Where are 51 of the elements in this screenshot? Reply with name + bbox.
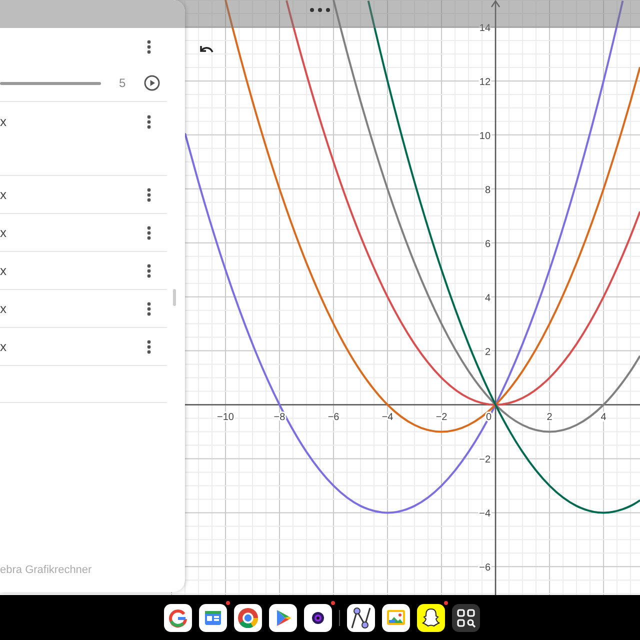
expression-text: x: [0, 114, 6, 129]
tick-label: 8: [484, 184, 491, 196]
tick-label: −8: [274, 412, 286, 423]
multicolor-g-icon[interactable]: [164, 604, 192, 632]
tick-label: −4: [382, 412, 394, 423]
app-grid-icon[interactable]: [452, 604, 480, 632]
browser-icon[interactable]: [234, 604, 262, 632]
expression-row[interactable]: x: [0, 252, 167, 290]
gallery-icon[interactable]: [382, 604, 410, 632]
expression-row[interactable]: x: [0, 290, 167, 328]
more-icon[interactable]: [147, 302, 151, 316]
slider-value: 5: [119, 76, 126, 90]
tick-label: −2: [479, 454, 491, 466]
tick-label: 4: [600, 412, 606, 423]
more-icon[interactable]: [147, 115, 151, 129]
expression-text: x: [0, 187, 6, 202]
tick-label: 6: [484, 238, 491, 250]
tick-label: 4: [484, 292, 491, 304]
expression-row[interactable]: x: [0, 102, 167, 176]
tick-label: 10: [479, 130, 491, 142]
scrollbar-thumb[interactable]: [173, 289, 176, 306]
camera-lens-icon[interactable]: [304, 604, 332, 632]
more-icon[interactable]: [147, 264, 151, 278]
more-icon[interactable]: [147, 188, 151, 202]
tick-label: 2: [546, 412, 552, 423]
tick-label: −6: [328, 412, 340, 423]
expression-row[interactable]: x: [0, 328, 167, 366]
tick-label: 12: [479, 76, 491, 88]
ghost-icon[interactable]: [417, 604, 445, 632]
tick-label: −6: [479, 562, 491, 574]
more-icon[interactable]: [147, 340, 151, 354]
footer-text: ebra Grafikrechner: [0, 564, 93, 576]
tick-label: −4: [479, 508, 491, 520]
tick-label: −2: [436, 412, 448, 423]
play-icon[interactable]: [144, 75, 160, 91]
tick-label: 2: [484, 346, 491, 358]
expression-text: x: [0, 301, 6, 316]
slider-track[interactable]: [0, 82, 101, 84]
expression-text: x: [0, 339, 6, 354]
graph-app-icon[interactable]: [347, 604, 375, 632]
drag-handle-icon[interactable]: [309, 7, 331, 13]
newspaper-icon[interactable]: [199, 604, 227, 632]
tick-label: −10: [217, 412, 234, 423]
expression-text: x: [0, 263, 6, 278]
play-store-icon[interactable]: [269, 604, 297, 632]
more-icon[interactable]: [147, 40, 151, 54]
expression-row[interactable]: x: [0, 176, 167, 214]
expression-row[interactable]: x: [0, 214, 167, 252]
more-icon[interactable]: [147, 226, 151, 240]
tick-label: 14: [479, 22, 491, 34]
expression-text: x: [0, 225, 6, 240]
